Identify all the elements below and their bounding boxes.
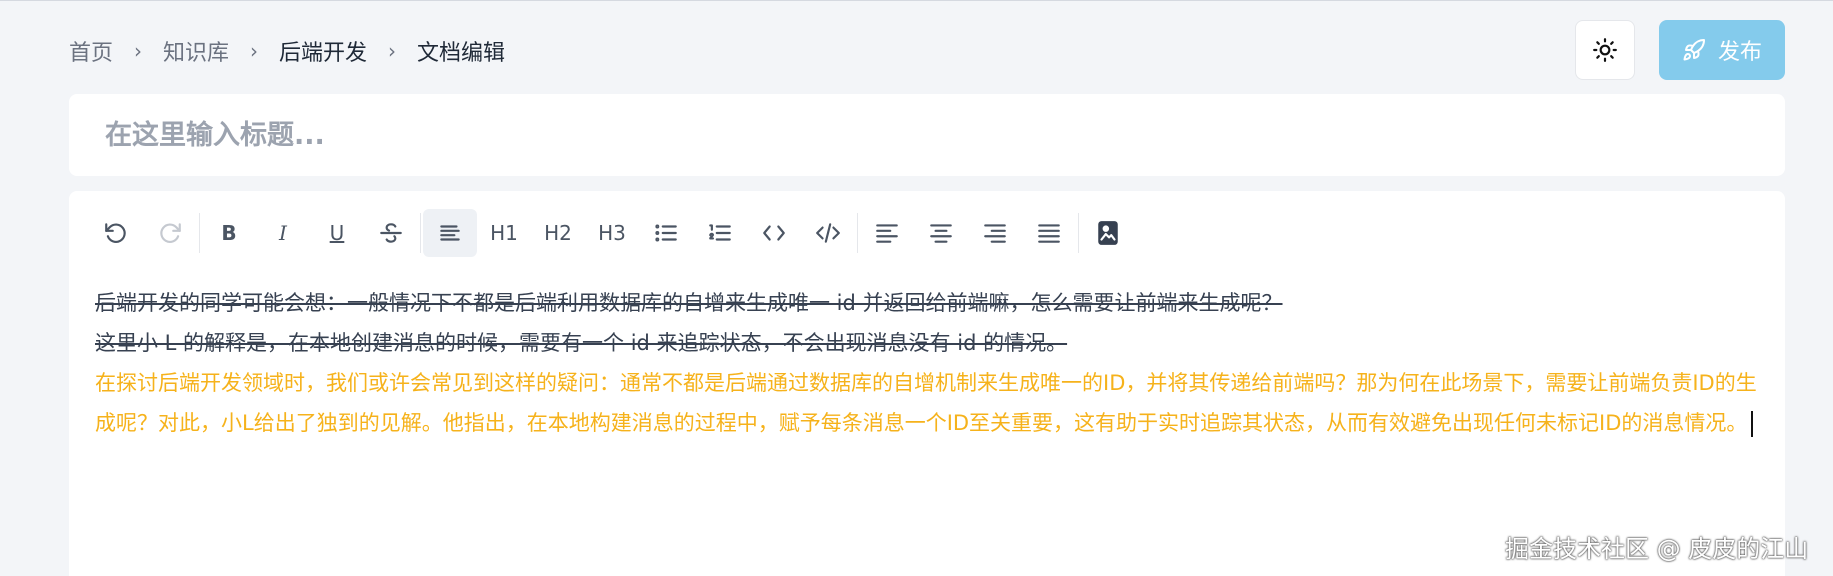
publish-button[interactable]: 发布 [1659,20,1785,80]
breadcrumb-separator: › [250,39,259,63]
suggested-paragraph: 在探讨后端开发领域时，我们或许会常见到这样的疑问：通常不都是后端通过数据库的自增… [95,363,1765,443]
align-justify-button[interactable] [1022,209,1076,257]
breadcrumb-home[interactable]: 首页 [69,35,113,67]
align-left-button[interactable] [860,209,914,257]
suggested-text: 在探讨后端开发领域时，我们或许会常见到这样的疑问：通常不都是后端通过数据库的自增… [95,371,1757,435]
toolbar-divider [1078,213,1079,253]
inline-code-icon [763,225,785,241]
redo-button[interactable] [143,209,197,257]
title-card [69,94,1785,176]
watermark: 掘金技术社区 @ 皮皮的江山 [1505,535,1809,563]
theme-toggle-button[interactable] [1575,20,1635,80]
bold-icon: B [221,221,237,245]
underline-icon: U [329,221,345,245]
breadcrumb-current-page: 文档编辑 [417,41,506,66]
undo-icon [105,223,126,243]
editor: B I U H1 H2 H3 后端开发的同学可能会想：一般情况下不都是后端利用数… [69,191,1785,576]
h1-label: H1 [490,221,518,245]
align-center-button[interactable] [914,209,968,257]
strikethrough-icon [380,223,402,243]
heading-3-button[interactable]: H3 [585,209,639,257]
sun-icon [1593,38,1617,62]
breadcrumb: 首页 › 知识库 › 后端开发 › 文档编辑 [69,35,505,67]
struck-paragraph-1: 后端开发的同学可能会想：一般情况下不都是后端利用数据库的自增来生成唯一 id 并… [95,291,1283,315]
heading-1-button[interactable]: H1 [477,209,531,257]
image-icon [1098,221,1118,245]
ordered-list-icon [709,224,731,241]
text-caret [1751,411,1754,437]
align-left-icon [876,224,898,243]
title-input[interactable] [105,114,1705,156]
bullet-list-button[interactable] [639,209,693,257]
heading-2-button[interactable]: H2 [531,209,585,257]
code-block-button[interactable] [801,209,855,257]
bullet-list-icon [655,224,677,242]
paragraph-button[interactable] [423,209,477,257]
strikethrough-button[interactable] [364,209,418,257]
inline-code-button[interactable] [747,209,801,257]
align-center-icon [930,224,952,243]
code-block-icon [816,223,840,243]
toolbar-divider [199,213,200,253]
breadcrumb-separator: › [134,39,143,63]
breadcrumb-backend-dev[interactable]: 后端开发 [279,35,367,67]
ordered-list-button[interactable] [693,209,747,257]
insert-image-button[interactable] [1081,209,1135,257]
h2-label: H2 [544,221,572,245]
editor-toolbar: B I U H1 H2 H3 [89,209,1135,257]
align-right-icon [984,224,1006,243]
align-justify-icon [1038,224,1060,243]
bold-button[interactable]: B [202,209,256,257]
rocket-icon [1683,38,1705,61]
undo-button[interactable] [89,209,143,257]
italic-button[interactable]: I [256,209,310,257]
toolbar-divider [857,213,858,253]
header: 首页 › 知识库 › 后端开发 › 文档编辑 发布 [0,1,1833,97]
breadcrumb-separator: › [388,39,397,63]
underline-button[interactable]: U [310,209,364,257]
redo-icon [160,223,181,243]
italic-icon: I [279,221,287,245]
editor-content[interactable]: 后端开发的同学可能会想：一般情况下不都是后端利用数据库的自增来生成唯一 id 并… [95,283,1765,443]
toolbar-divider [420,213,421,253]
publish-label: 发布 [1717,40,1762,65]
paragraph-icon [440,225,460,241]
align-right-button[interactable] [968,209,1022,257]
breadcrumb-knowledge-base[interactable]: 知识库 [163,35,229,67]
struck-paragraph-2: 这里小 L 的解释是，在本地创建消息的时候，需要有一个 id 来追踪状态，不会出… [95,331,1068,355]
h3-label: H3 [598,221,626,245]
